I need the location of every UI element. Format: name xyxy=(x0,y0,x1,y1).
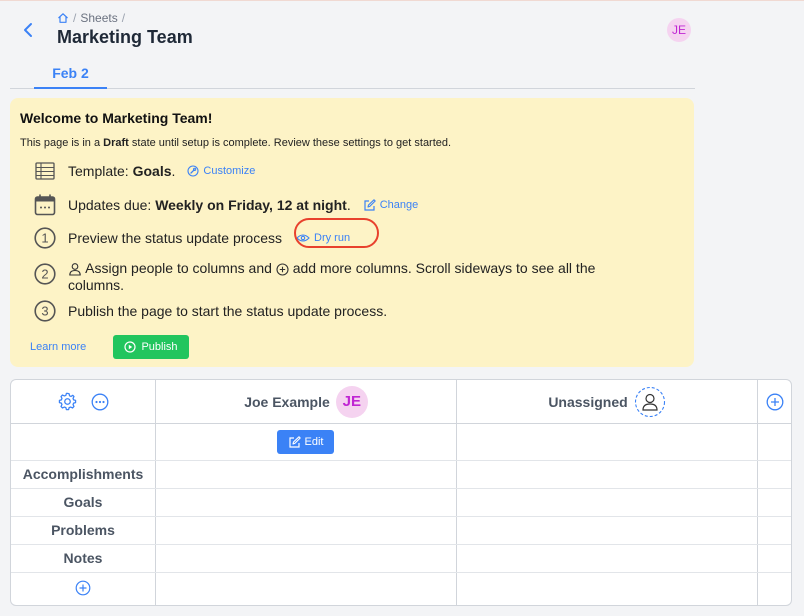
home-icon[interactable] xyxy=(57,12,69,24)
row-label-goals: Goals xyxy=(63,494,103,510)
step-2-text-b: add more columns. Scroll sideways to see… xyxy=(292,260,596,276)
chevron-left-icon xyxy=(20,21,38,39)
breadcrumb-separator: / xyxy=(121,11,126,25)
avatar: JE xyxy=(335,385,368,418)
tab-feb-2[interactable]: Feb 2 xyxy=(34,63,107,89)
step-3-number: 3 xyxy=(41,304,48,319)
row-label-accomplishments: Accomplishments xyxy=(22,466,144,482)
step-2-number: 2 xyxy=(41,267,48,282)
edit-button[interactable]: Edit xyxy=(277,430,334,454)
play-circle-icon xyxy=(124,341,137,353)
change-link-label: Change xyxy=(379,199,419,211)
column-name: Joe Example xyxy=(244,393,330,410)
tab-bar: Feb 2 xyxy=(10,63,695,89)
user-icon xyxy=(634,386,666,418)
step-2-text-c: columns. xyxy=(68,277,125,293)
banner-subtitle: This page is in a Draft state until setu… xyxy=(20,137,451,149)
step-1-number: 1 xyxy=(41,231,48,246)
step-number-2: 2 xyxy=(32,263,58,285)
header-divider xyxy=(11,423,791,424)
step-2-text-a: Assign people to columns and xyxy=(85,260,272,276)
publish-label: Publish xyxy=(141,341,178,353)
updates-row: Updates due: Weekly on Friday, 12 at nig… xyxy=(32,194,418,216)
row-divider xyxy=(11,572,791,573)
more-icon[interactable] xyxy=(91,393,109,411)
step-1-text: Preview the status update process xyxy=(68,230,283,246)
template-value: Goals xyxy=(132,163,172,179)
user-avatar[interactable]: JE xyxy=(667,18,691,42)
add-row-icon[interactable] xyxy=(75,580,91,596)
back-button[interactable] xyxy=(20,21,38,39)
step-number-3: 3 xyxy=(32,300,58,322)
updates-value: Weekly on Friday, 12 at night xyxy=(155,197,347,213)
subtitle-suffix: state until setup is complete. Review th… xyxy=(131,137,452,149)
plus-circle-icon xyxy=(276,263,289,276)
publish-button[interactable]: Publish xyxy=(113,335,189,359)
updates-label: Updates due: xyxy=(68,197,152,213)
welcome-banner: Welcome to Marketing Team! This page is … xyxy=(10,98,694,367)
customize-link-label: Customize xyxy=(203,165,256,177)
customize-link[interactable]: Customize xyxy=(187,165,255,177)
step-number-1: 1 xyxy=(32,227,58,249)
row-label-notes: Notes xyxy=(63,550,103,566)
step-3-text: Publish the page to start the status upd… xyxy=(68,303,388,319)
draft-state-label: Draft xyxy=(103,137,129,149)
row-label-problems: Problems xyxy=(51,522,115,538)
step-2-text: Assign people to columns and add more co… xyxy=(68,260,628,294)
sheet-grid: Joe Example JE Unassigned Edit Accomplis… xyxy=(10,379,792,606)
template-row: Template: Goals. Customize xyxy=(32,162,255,180)
template-label: Template: xyxy=(68,163,129,179)
step-2: 2 Assign people to columns and add more … xyxy=(32,260,628,294)
column-name: Unassigned xyxy=(548,393,628,410)
learn-more-link[interactable]: Learn more xyxy=(30,341,86,353)
table-icon xyxy=(32,162,58,180)
add-column-icon[interactable] xyxy=(766,393,784,411)
wrench-icon xyxy=(187,165,199,177)
calendar-icon xyxy=(32,194,58,216)
step-3: 3 Publish the page to start the status u… xyxy=(32,300,387,322)
breadcrumb-sheets[interactable]: Sheets xyxy=(80,11,117,25)
breadcrumb-separator: / xyxy=(73,11,77,25)
breadcrumb: / Sheets / xyxy=(57,11,125,25)
change-link[interactable]: Change xyxy=(363,198,419,212)
template-punct: . xyxy=(171,163,176,179)
subtitle-prefix: This page is in a xyxy=(20,137,101,149)
edit-label: Edit xyxy=(304,436,324,448)
banner-title: Welcome to Marketing Team! xyxy=(20,110,213,126)
column-header-unassigned[interactable]: Unassigned xyxy=(457,380,757,423)
gear-icon[interactable] xyxy=(58,392,77,411)
page-title: Marketing Team xyxy=(57,27,193,47)
column-header-joe-example[interactable]: Joe Example JE xyxy=(156,380,456,423)
edit-icon xyxy=(288,435,301,449)
updates-punct: . xyxy=(346,197,351,213)
user-icon xyxy=(68,262,82,276)
dry-run-highlight xyxy=(294,218,379,248)
edit-icon xyxy=(363,198,376,212)
